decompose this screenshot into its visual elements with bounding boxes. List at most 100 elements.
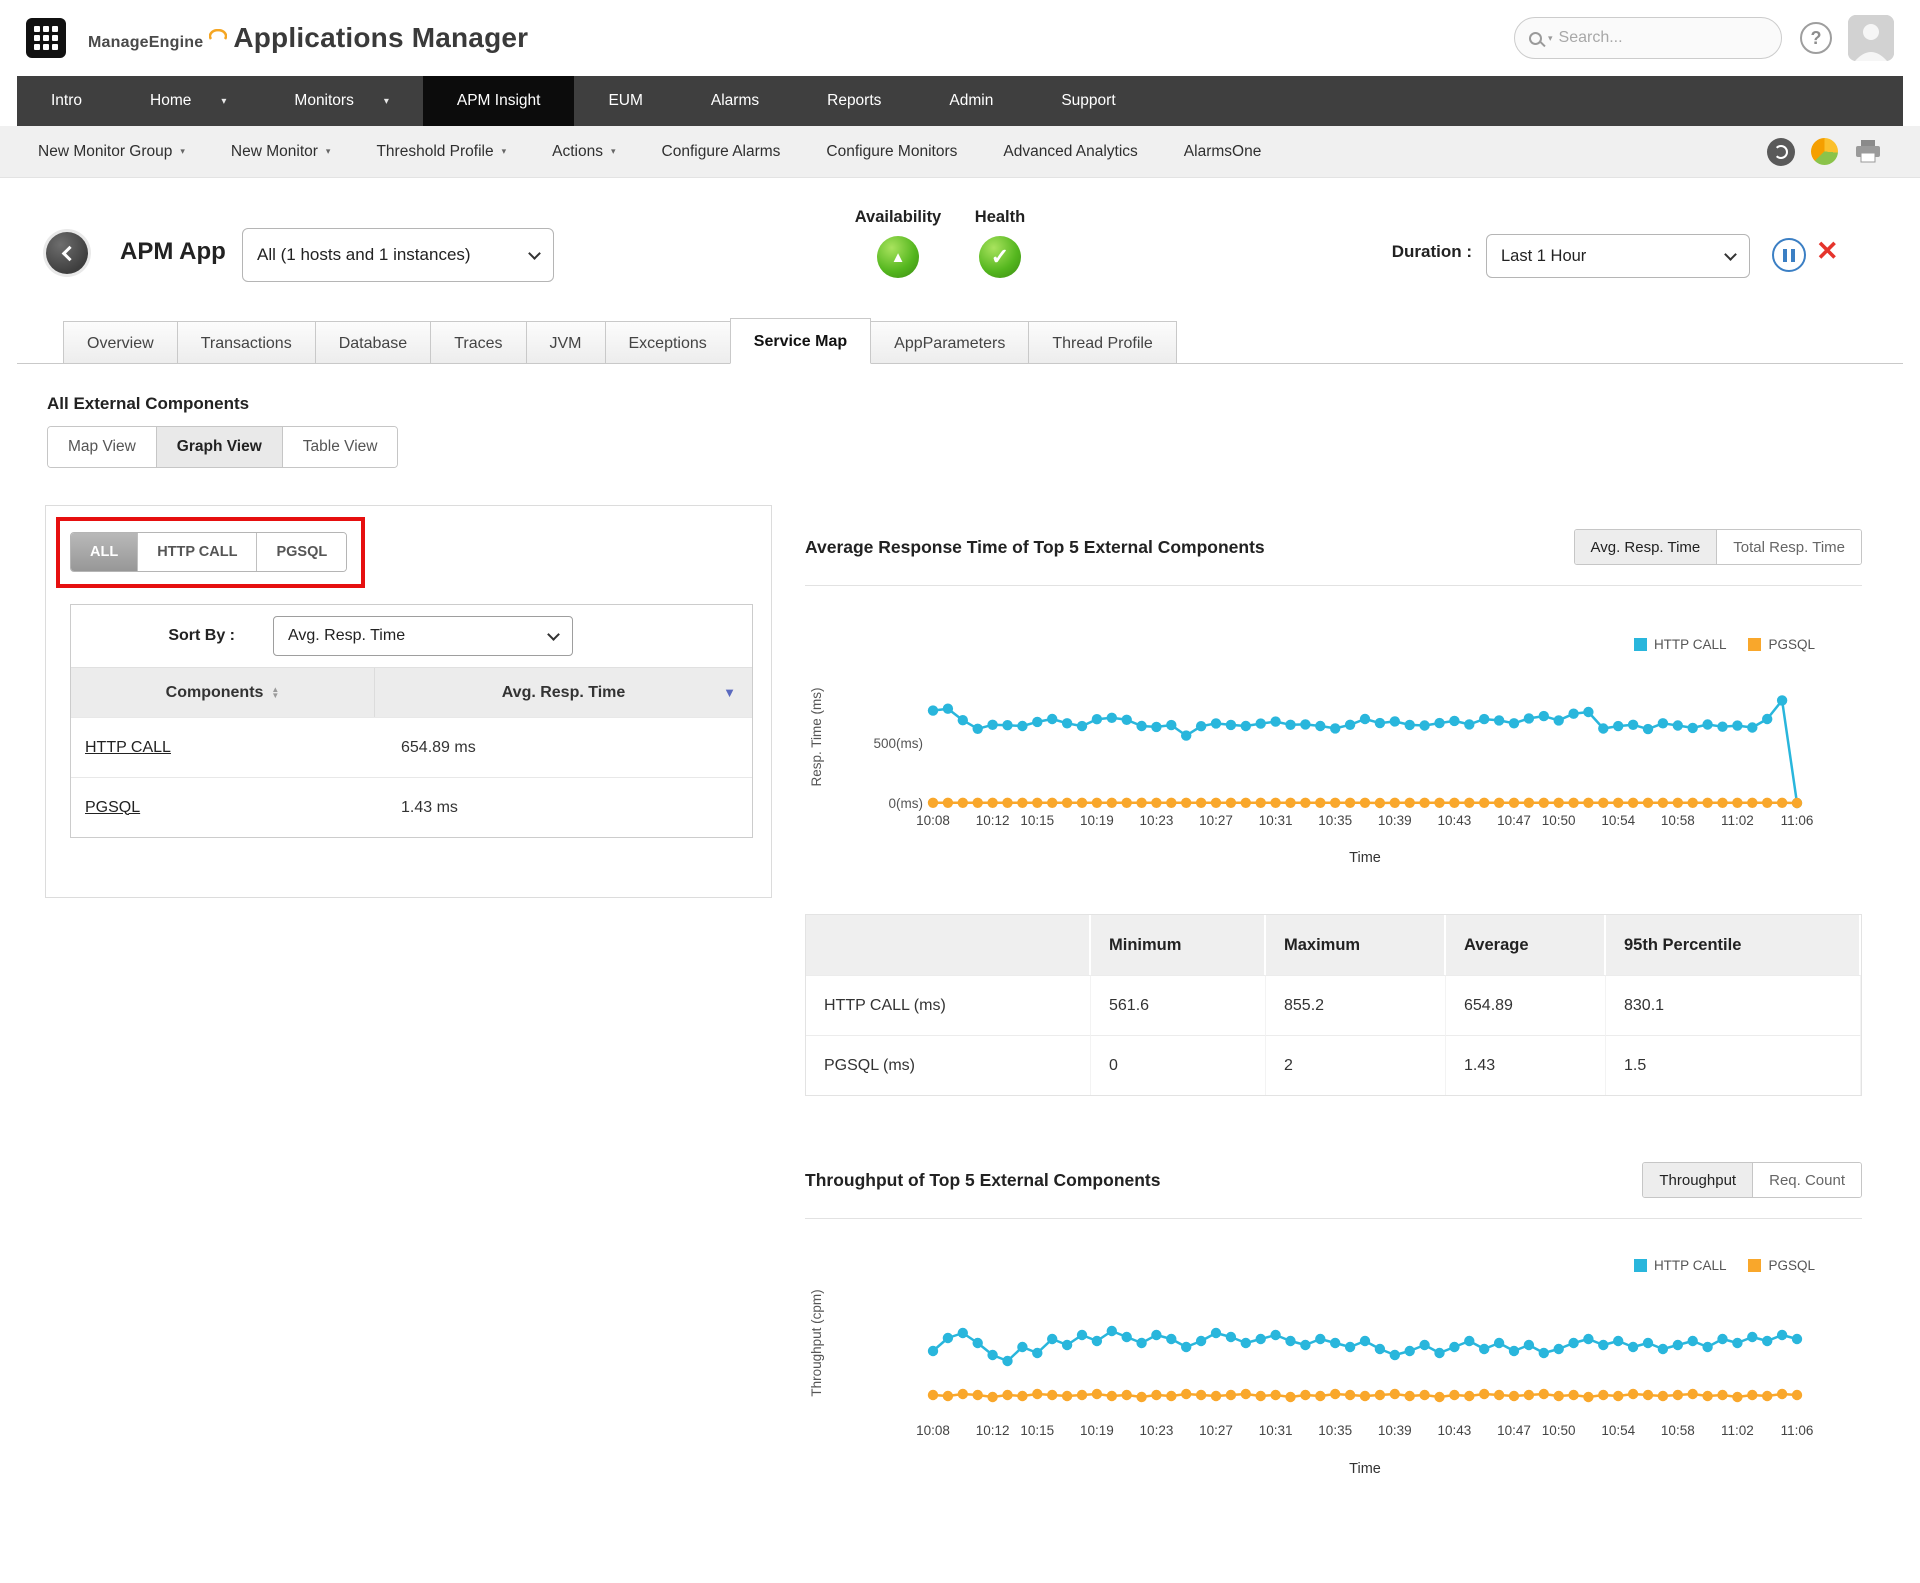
new-monitor-group-menu[interactable]: New Monitor Group▾	[38, 143, 185, 161]
close-icon[interactable]: ✕	[1816, 236, 1839, 267]
print-icon[interactable]	[1854, 139, 1882, 165]
chevron-down-icon: ▾	[502, 146, 507, 157]
advanced-analytics-link[interactable]: Advanced Analytics	[1003, 143, 1137, 161]
app-launcher-icon[interactable]	[26, 18, 66, 58]
global-search[interactable]: ▾	[1514, 17, 1782, 59]
alarmsone-label: AlarmsOne	[1184, 143, 1262, 161]
nav-support[interactable]: Support	[1027, 76, 1149, 126]
filter-pgsql-button[interactable]: PGSQL	[256, 533, 346, 571]
throughput-button[interactable]: Throughput	[1643, 1163, 1752, 1197]
throughput-chart[interactable]: 10:0810:1210:1510:1910:2310:2710:3110:35…	[805, 1283, 1862, 1583]
total-resp-time-button[interactable]: Total Resp. Time	[1716, 530, 1861, 564]
configure-monitors-link[interactable]: Configure Monitors	[826, 143, 957, 161]
legend-label: HTTP CALL	[1654, 637, 1727, 652]
tab-database[interactable]: Database	[315, 321, 431, 364]
chevron-down-icon[interactable]: ▾	[221, 96, 226, 107]
table-row: PGSQL 1.43 ms	[71, 777, 752, 837]
legend-http-call: HTTP CALL	[1634, 1255, 1727, 1275]
back-button[interactable]	[46, 232, 88, 274]
chevron-down-icon	[528, 247, 541, 260]
actions-menu[interactable]: Actions▾	[552, 143, 615, 161]
divider	[805, 585, 1862, 586]
component-filter-group: ALL HTTP CALL PGSQL	[70, 532, 347, 572]
user-avatar[interactable]	[1848, 15, 1894, 61]
filter-all-button[interactable]: ALL	[71, 533, 137, 571]
tab-exceptions[interactable]: Exceptions	[605, 321, 730, 364]
filter-http-call-button[interactable]: HTTP CALL	[137, 533, 256, 571]
brand-logo: ManageEngine Applications Manager	[88, 22, 528, 54]
map-view-button[interactable]: Map View	[48, 427, 156, 467]
svg-text:10:19: 10:19	[1080, 1423, 1114, 1438]
chevron-left-icon	[61, 245, 77, 261]
nav-home-label: Home	[150, 92, 191, 110]
page-title: APM App	[120, 238, 226, 266]
new-monitor-menu[interactable]: New Monitor▾	[231, 143, 331, 161]
sort-desc-icon[interactable]: ▼	[723, 685, 736, 700]
alarmsone-link[interactable]: AlarmsOne	[1184, 143, 1262, 161]
tab-service-map[interactable]: Service Map	[730, 318, 871, 364]
tab-jvm[interactable]: JVM	[526, 321, 605, 364]
view-toggle: Map View Graph View Table View	[47, 426, 398, 468]
svg-text:10:43: 10:43	[1437, 1423, 1471, 1438]
svg-text:11:02: 11:02	[1721, 1423, 1754, 1438]
stats-table: Minimum Maximum Average 95th Percentile …	[805, 914, 1862, 1096]
svg-text:10:39: 10:39	[1378, 1423, 1412, 1438]
duration-select[interactable]: Last 1 Hour	[1486, 234, 1750, 278]
svg-text:10:39: 10:39	[1378, 813, 1412, 828]
threshold-profile-label: Threshold Profile	[376, 143, 493, 161]
nav-alarms[interactable]: Alarms	[677, 76, 793, 126]
nav-intro[interactable]: Intro	[17, 76, 116, 126]
legend-http-call: HTTP CALL	[1634, 634, 1727, 654]
component-link-http-call[interactable]: HTTP CALL	[85, 739, 171, 756]
threshold-profile-menu[interactable]: Threshold Profile ▾	[376, 143, 506, 161]
tab-overview[interactable]: Overview	[63, 321, 177, 364]
refresh-icon[interactable]	[1767, 138, 1795, 166]
chevron-down-icon	[547, 628, 560, 641]
nav-reports[interactable]: Reports	[793, 76, 915, 126]
svg-text:11:02: 11:02	[1721, 813, 1754, 828]
nav-monitors[interactable]: Monitors▾	[260, 76, 422, 126]
stats-col-minimum: Minimum	[1091, 915, 1266, 975]
pause-refresh-icon[interactable]	[1772, 238, 1806, 272]
pie-chart-icon[interactable]	[1811, 138, 1838, 165]
configure-alarms-link[interactable]: Configure Alarms	[662, 143, 781, 161]
svg-text:10:58: 10:58	[1661, 813, 1695, 828]
chevron-down-icon[interactable]: ▾	[384, 96, 389, 107]
avg-resp-time-button[interactable]: Avg. Resp. Time	[1575, 530, 1717, 564]
nav-eum[interactable]: EUM	[574, 76, 676, 126]
tab-traces[interactable]: Traces	[430, 321, 525, 364]
availability-status: Availability ▲	[836, 208, 960, 278]
table-view-button[interactable]: Table View	[282, 427, 398, 467]
legend-swatch	[1748, 638, 1761, 651]
host-instance-select[interactable]: All (1 hosts and 1 instances)	[242, 228, 554, 282]
sort-by-select[interactable]: Avg. Resp. Time	[273, 616, 573, 656]
legend-swatch	[1634, 1259, 1647, 1272]
availability-up-icon[interactable]: ▲	[877, 236, 919, 278]
search-input[interactable]	[1559, 29, 1739, 47]
nav-admin[interactable]: Admin	[915, 76, 1027, 126]
req-count-button[interactable]: Req. Count	[1752, 1163, 1861, 1197]
nav-apm-insight-label: APM Insight	[457, 92, 541, 110]
tab-transactions[interactable]: Transactions	[177, 321, 315, 364]
column-components[interactable]: Components ▲▼	[71, 668, 375, 717]
nav-apm-insight[interactable]: APM Insight	[423, 76, 575, 126]
chevron-down-icon: ▾	[180, 146, 185, 157]
help-icon[interactable]: ?	[1800, 22, 1832, 54]
configure-monitors-label: Configure Monitors	[826, 143, 957, 161]
nav-eum-label: EUM	[608, 92, 642, 110]
tab-appparameters[interactable]: AppParameters	[871, 321, 1028, 364]
component-link-pgsql[interactable]: PGSQL	[85, 799, 140, 816]
sort-arrows-icon[interactable]: ▲▼	[271, 687, 279, 699]
tab-thread-profile[interactable]: Thread Profile	[1028, 321, 1177, 364]
graph-view-button[interactable]: Graph View	[156, 427, 282, 467]
svg-text:10:23: 10:23	[1140, 813, 1174, 828]
svg-text:11:06: 11:06	[1781, 813, 1814, 828]
health-status: Health ✓	[952, 208, 1048, 278]
health-check-icon[interactable]: ✓	[979, 236, 1021, 278]
avg-resp-time-chart[interactable]: 500(ms)0(ms)10:0810:1210:1510:1910:2310:…	[805, 662, 1862, 872]
svg-text:10:31: 10:31	[1259, 1423, 1293, 1438]
column-avg-resp-time[interactable]: Avg. Resp. Time ▼	[375, 668, 752, 717]
nav-home[interactable]: Home ▾	[116, 76, 260, 126]
chart-legend: HTTP CALL PGSQL	[805, 634, 1862, 654]
svg-text:10:23: 10:23	[1140, 1423, 1174, 1438]
